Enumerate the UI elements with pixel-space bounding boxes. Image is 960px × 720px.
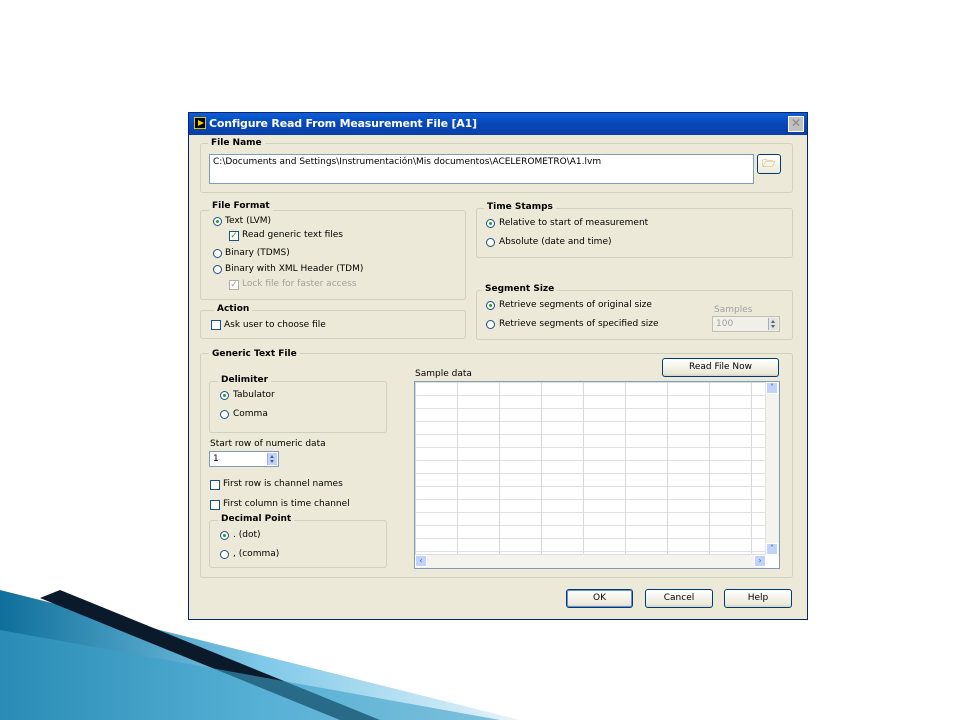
dot-radio[interactable] <box>220 531 229 540</box>
first-row-names-checkbox[interactable] <box>210 480 220 490</box>
time-stamps-label: Time Stamps <box>484 202 556 212</box>
delimiter-label: Delimiter <box>218 375 272 385</box>
absolute-radio[interactable] <box>486 238 495 247</box>
decimal-point-label: Decimal Point <box>218 514 295 524</box>
sample-data-table[interactable]: ˄ ˅ ‹ › <box>414 381 780 569</box>
file-name-label: File Name <box>208 138 265 148</box>
samples-field[interactable]: 100 <box>712 316 780 332</box>
action-label: Action <box>214 304 253 314</box>
time-stamps-group <box>476 208 793 258</box>
read-generic-label: Read generic text files <box>242 230 343 240</box>
sample-data-label: Sample data <box>415 369 472 379</box>
browse-button[interactable]: 🗁 <box>757 154 781 174</box>
ok-button[interactable]: OK <box>566 589 633 608</box>
binary-xml-label: Binary with XML Header (TDM) <box>225 264 364 274</box>
first-col-time-label: First column is time channel <box>223 499 350 509</box>
vertical-scrollbar[interactable]: ˄ ˅ <box>765 382 779 555</box>
start-row-spinner[interactable] <box>267 453 277 465</box>
absolute-label: Absolute (date and time) <box>499 237 612 247</box>
text-lvm-label: Text (LVM) <box>225 216 272 226</box>
comma-dp-label: , (comma) <box>233 549 280 559</box>
binary-xml-radio[interactable] <box>213 265 222 274</box>
samples-value: 100 <box>716 319 734 329</box>
original-size-radio[interactable] <box>486 301 495 310</box>
file-path-field[interactable]: C:\Documents and Settings\Instrumentació… <box>209 154 754 184</box>
cancel-button[interactable]: Cancel <box>645 589 713 608</box>
tabulator-label: Tabulator <box>233 390 275 400</box>
read-generic-checkbox[interactable]: ✓ <box>229 231 239 241</box>
scroll-left-button[interactable]: ‹ <box>415 555 427 567</box>
decimal-point-group <box>209 520 387 568</box>
start-row-value: 1 <box>213 454 219 464</box>
first-row-names-label: First row is channel names <box>223 479 343 489</box>
tabulator-radio[interactable] <box>220 391 229 400</box>
comma-dp-radio[interactable] <box>220 550 229 559</box>
sample-data-grid <box>415 382 767 555</box>
generic-text-label: Generic Text File <box>209 349 300 359</box>
scroll-down-button[interactable]: ˅ <box>766 543 778 555</box>
close-icon: ✕ <box>790 116 802 130</box>
samples-label: Samples <box>714 305 753 315</box>
first-col-time-checkbox[interactable] <box>210 500 220 510</box>
specified-size-radio[interactable] <box>486 320 495 329</box>
samples-spinner[interactable] <box>768 318 778 330</box>
scroll-up-button[interactable]: ˄ <box>766 382 778 394</box>
binary-tdms-label: Binary (TDMS) <box>225 248 290 258</box>
delimiter-group <box>209 381 387 433</box>
folder-open-icon: 🗁 <box>762 157 776 170</box>
lock-file-label: Lock file for faster access <box>242 279 357 289</box>
relative-radio[interactable] <box>486 219 495 228</box>
window-title: Configure Read From Measurement File [A1… <box>209 117 477 130</box>
title-bar: Configure Read From Measurement File [A1… <box>189 113 807 135</box>
read-file-now-button[interactable]: Read File Now <box>662 358 779 377</box>
text-lvm-radio[interactable] <box>213 217 222 226</box>
ask-user-checkbox[interactable] <box>211 320 221 330</box>
start-row-label: Start row of numeric data <box>210 439 326 449</box>
file-format-label: File Format <box>209 201 273 211</box>
scroll-right-button[interactable]: › <box>754 555 766 567</box>
horizontal-scrollbar[interactable]: ‹ › <box>415 554 766 568</box>
comma-radio[interactable] <box>220 410 229 419</box>
segment-size-group <box>476 290 793 340</box>
relative-label: Relative to start of measurement <box>499 218 649 228</box>
specified-size-label: Retrieve segments of specified size <box>499 319 659 329</box>
close-button[interactable]: ✕ <box>788 116 804 132</box>
dot-label: . (dot) <box>233 530 261 540</box>
original-size-label: Retrieve segments of original size <box>499 300 652 310</box>
segment-size-label: Segment Size <box>482 284 558 294</box>
labview-app-icon <box>194 117 206 129</box>
binary-tdms-radio[interactable] <box>213 249 222 258</box>
help-button[interactable]: Help <box>724 589 792 608</box>
start-row-field[interactable]: 1 <box>209 451 279 467</box>
comma-label: Comma <box>233 409 268 419</box>
configure-dialog: Configure Read From Measurement File [A1… <box>188 112 808 620</box>
ask-user-label: Ask user to choose file <box>224 320 326 330</box>
lock-file-checkbox[interactable]: ✓ <box>229 280 239 290</box>
